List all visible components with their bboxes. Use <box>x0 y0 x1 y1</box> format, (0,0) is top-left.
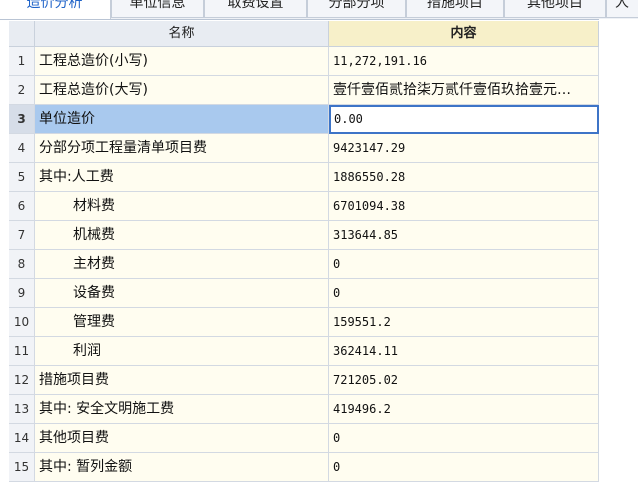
row-name[interactable]: 措施项目费 <box>35 366 329 395</box>
tab-unit-info[interactable]: 单位信息 <box>111 0 204 18</box>
row-name[interactable]: 设备费 <box>35 279 329 308</box>
row-value[interactable]: 0 <box>329 279 599 308</box>
table-row[interactable]: 6 材料费 6701094.38 <box>9 192 599 221</box>
row-name[interactable]: 单位造价 <box>35 105 329 134</box>
row-number: 10 <box>9 308 35 337</box>
row-value[interactable]: 362414.11 <box>329 337 599 366</box>
row-value[interactable]: 159551.2 <box>329 308 599 337</box>
table-row[interactable]: 5 其中:人工费 1886550.28 <box>9 163 599 192</box>
row-value[interactable]: 11,272,191.16 <box>329 47 599 76</box>
row-name[interactable]: 机械费 <box>35 221 329 250</box>
row-name[interactable]: 主材费 <box>35 250 329 279</box>
tab-fee-settings[interactable]: 取费设置 <box>204 0 307 18</box>
row-name[interactable]: 管理费 <box>35 308 329 337</box>
row-number-header <box>9 21 35 47</box>
tab-other-items[interactable]: 其他项目 <box>504 0 606 18</box>
table-row[interactable]: 11 利润 362414.11 <box>9 337 599 366</box>
table-row[interactable]: 2 工程总造价(大写) 壹仟壹佰贰拾柒万贰仟壹佰玖拾壹元… <box>9 76 599 105</box>
value-column-header[interactable]: 内容 <box>329 21 599 47</box>
row-number: 8 <box>9 250 35 279</box>
row-number: 12 <box>9 366 35 395</box>
row-number: 9 <box>9 279 35 308</box>
row-value-editor[interactable]: 0.00 <box>329 105 599 134</box>
table-row[interactable]: 7 机械费 313644.85 <box>9 221 599 250</box>
table-row[interactable]: 10 管理费 159551.2 <box>9 308 599 337</box>
table-row[interactable]: 12 措施项目费 721205.02 <box>9 366 599 395</box>
row-number: 2 <box>9 76 35 105</box>
tab-bar: 造价分析 单位信息 取费设置 分部分项 措施项目 其他项目 人 <box>0 0 638 20</box>
row-number: 14 <box>9 424 35 453</box>
row-number: 1 <box>9 47 35 76</box>
table-row[interactable]: 9 设备费 0 <box>9 279 599 308</box>
row-name[interactable]: 工程总造价(小写) <box>35 47 329 76</box>
table-row[interactable]: 1 工程总造价(小写) 11,272,191.16 <box>9 47 599 76</box>
row-number: 3 <box>9 105 35 134</box>
row-name[interactable]: 分部分项工程量清单项目费 <box>35 134 329 163</box>
row-value[interactable]: 壹仟壹佰贰拾柒万贰仟壹佰玖拾壹元… <box>329 76 599 105</box>
table-row[interactable]: 8 主材费 0 <box>9 250 599 279</box>
row-name[interactable]: 工程总造价(大写) <box>35 76 329 105</box>
name-column-header[interactable]: 名称 <box>35 21 329 47</box>
row-number: 4 <box>9 134 35 163</box>
row-name[interactable]: 其中: 安全文明施工费 <box>35 395 329 424</box>
row-value[interactable]: 0 <box>329 424 599 453</box>
table-row[interactable]: 14 其他项目费 0 <box>9 424 599 453</box>
table-row-selected[interactable]: 3 单位造价 0.00 <box>9 105 599 134</box>
row-name[interactable]: 其中:人工费 <box>35 163 329 192</box>
tab-cost-analysis[interactable]: 造价分析 <box>0 0 111 19</box>
tab-labor[interactable]: 人 <box>606 0 638 18</box>
row-name[interactable]: 其他项目费 <box>35 424 329 453</box>
grid-empty-area <box>599 19 638 468</box>
row-value[interactable]: 6701094.38 <box>329 192 599 221</box>
row-number: 13 <box>9 395 35 424</box>
row-number: 11 <box>9 337 35 366</box>
row-number: 6 <box>9 192 35 221</box>
row-value[interactable]: 313644.85 <box>329 221 599 250</box>
row-value[interactable]: 419496.2 <box>329 395 599 424</box>
table-row[interactable]: 13 其中: 安全文明施工费 419496.2 <box>9 395 599 424</box>
row-name[interactable]: 利润 <box>35 337 329 366</box>
row-value[interactable]: 9423147.29 <box>329 134 599 163</box>
row-name[interactable]: 材料费 <box>35 192 329 221</box>
row-value[interactable]: 1886550.28 <box>329 163 599 192</box>
row-number: 5 <box>9 163 35 192</box>
row-number: 7 <box>9 221 35 250</box>
row-value[interactable]: 721205.02 <box>329 366 599 395</box>
tab-measures[interactable]: 措施项目 <box>406 0 504 18</box>
table-row[interactable]: 4 分部分项工程量清单项目费 9423147.29 <box>9 134 599 163</box>
tab-subdivision[interactable]: 分部分项 <box>307 0 406 18</box>
row-value[interactable]: 0 <box>329 250 599 279</box>
